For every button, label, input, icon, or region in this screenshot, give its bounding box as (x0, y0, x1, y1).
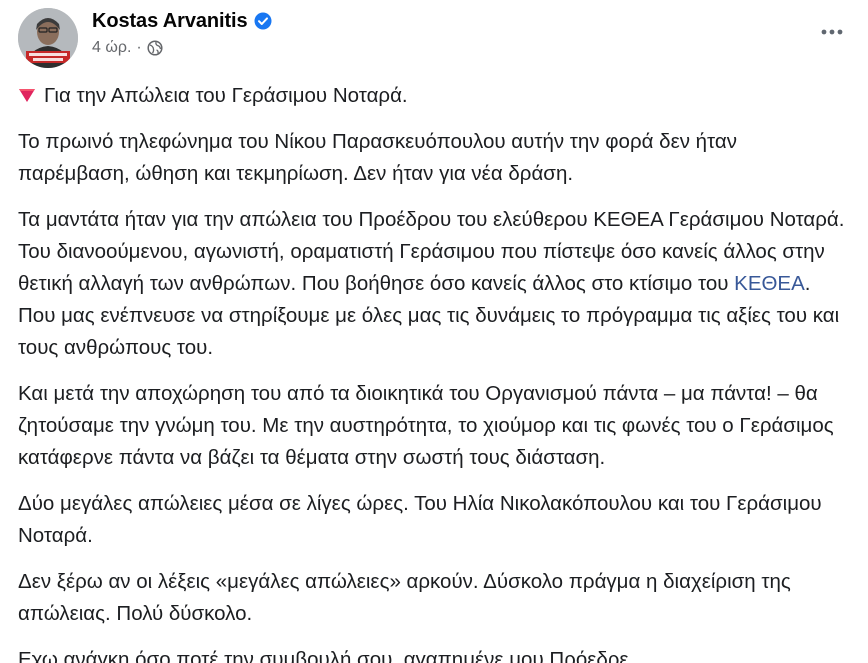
author-row: Kostas Arvanitis (92, 6, 272, 36)
post-paragraph-5: Δύο μεγάλες απώλειες μέσα σε λίγες ώρες.… (18, 492, 822, 547)
globe-icon[interactable] (147, 40, 163, 56)
facebook-post: Kostas Arvanitis 4 ώρ. · Για την Απώλεια… (0, 0, 868, 663)
post-header: Kostas Arvanitis 4 ώρ. · (18, 6, 850, 68)
post-paragraph-1: Για την Απώλεια του Γεράσιμου Νοταρά. (18, 80, 848, 112)
post-paragraph-6: Δεν ξέρω αν οι λέξεις «μεγάλες απώλειες»… (18, 570, 791, 625)
author-block: Kostas Arvanitis 4 ώρ. · (92, 6, 272, 57)
red-triangle-down-icon (18, 81, 36, 102)
more-horizontal-icon (821, 29, 843, 35)
post-paragraph-7: Εχω ανάγκη όσο ποτέ την συμβουλή σου, αγ… (18, 648, 646, 663)
more-options-button[interactable] (814, 20, 850, 44)
post-body: Για την Απώλεια του Γεράσιμου Νοταρά. Το… (18, 80, 848, 663)
post-meta: 4 ώρ. · (92, 39, 272, 57)
keeea-link[interactable]: ΚΕΘΕΑ (734, 272, 805, 295)
paragraph-1-text: Για την Απώλεια του Γεράσιμου Νοταρά. (44, 84, 408, 107)
post-paragraph-3: Τα μαντάτα ήταν για την απώλεια του Προέ… (18, 204, 848, 364)
paragraph-3-text-start: Τα μαντάτα ήταν για την απώλεια του Προέ… (18, 208, 845, 295)
post-timestamp[interactable]: 4 ώρ. (92, 39, 131, 57)
post-paragraph-4: Και μετά την αποχώρηση του από τα διοικη… (18, 382, 834, 469)
post-paragraph-2: Το πρωινό τηλεφώνημα του Νίκου Παρασκευό… (18, 130, 737, 185)
author-name[interactable]: Kostas Arvanitis (92, 10, 248, 33)
verified-badge-icon (254, 12, 272, 30)
avatar-photo (18, 8, 78, 68)
meta-separator: · (136, 39, 142, 56)
author-avatar[interactable] (18, 8, 78, 68)
